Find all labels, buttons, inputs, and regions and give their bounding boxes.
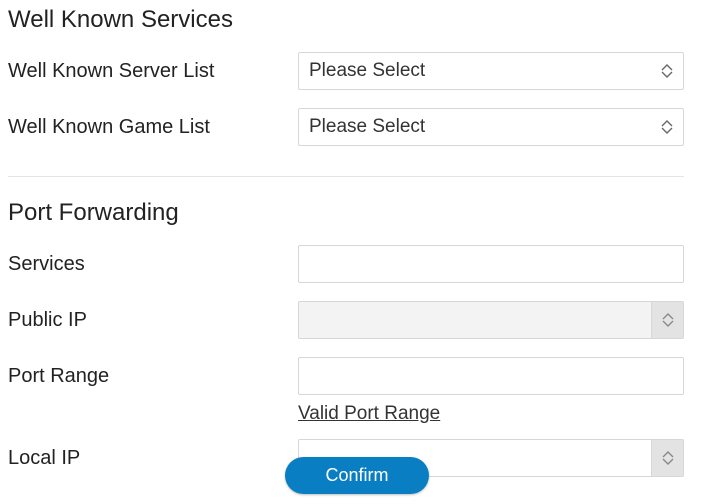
server-list-row: Well Known Server List Please Select [8,52,684,90]
public-ip-label: Public IP [8,309,298,332]
valid-port-range-link[interactable]: Valid Port Range [298,403,440,425]
game-list-row: Well Known Game List Please Select [8,108,684,146]
game-list-value: Please Select [309,116,425,138]
settings-panel[interactable]: Well Known Services Well Known Server Li… [0,0,714,504]
services-input[interactable] [298,245,684,283]
public-ip-row: Public IP [8,301,684,339]
port-range-row: Port Range [8,357,684,395]
valid-port-range-row: Valid Port Range [8,403,684,425]
spinner-icon [661,120,673,134]
well-known-services-section: Well Known Services Well Known Server Li… [8,6,684,170]
spinner-icon [651,302,683,338]
spinner-icon [651,440,683,476]
server-list-label: Well Known Server List [8,60,298,83]
port-forwarding-title: Port Forwarding [8,199,684,227]
game-list-select[interactable]: Please Select [298,108,684,146]
confirm-button[interactable]: Confirm [285,457,428,494]
public-ip-select[interactable] [298,301,684,339]
port-range-input[interactable] [298,357,684,395]
local-ip-label: Local IP [8,447,298,470]
game-list-label: Well Known Game List [8,116,298,139]
services-label: Services [8,253,298,276]
services-row: Services [8,245,684,283]
well-known-services-title: Well Known Services [8,6,684,34]
spinner-icon [661,64,673,78]
port-range-label: Port Range [8,365,298,388]
server-list-select[interactable]: Please Select [298,52,684,90]
port-forwarding-section: Port Forwarding Services Public IP [8,199,684,501]
server-list-value: Please Select [309,60,425,82]
section-divider [8,176,684,177]
